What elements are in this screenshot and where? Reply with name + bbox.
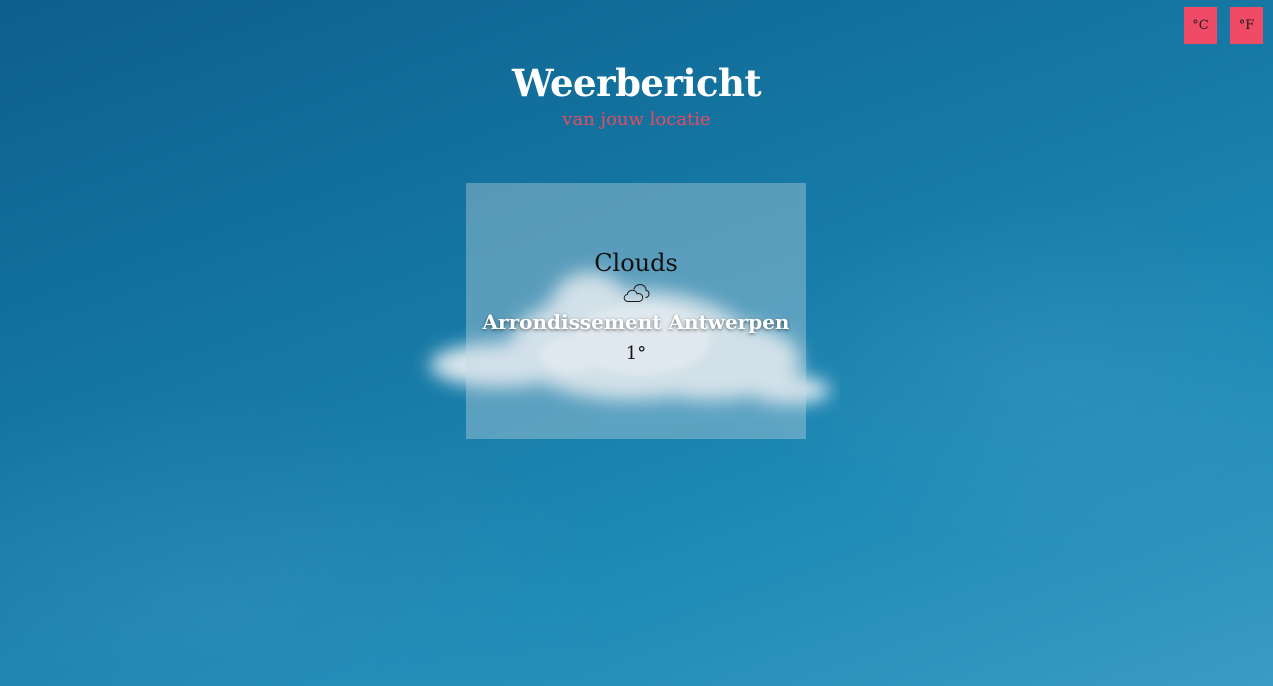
- page-header: Weerbericht van jouw locatie: [0, 58, 1273, 132]
- fahrenheit-button[interactable]: °F: [1230, 7, 1263, 44]
- celsius-button[interactable]: °C: [1184, 7, 1217, 44]
- cloud-icon: [623, 283, 650, 302]
- temperature-value: 1°: [625, 343, 647, 364]
- page-title: Weerbericht: [511, 61, 762, 105]
- weather-card: Clouds Arrondissement Antwerpen 1°: [466, 183, 806, 439]
- location-name: Arrondissement Antwerpen: [482, 310, 790, 334]
- weather-condition: Clouds: [594, 249, 678, 277]
- unit-toggle: °C °F: [1184, 7, 1263, 44]
- page-subtitle: van jouw locatie: [562, 109, 711, 130]
